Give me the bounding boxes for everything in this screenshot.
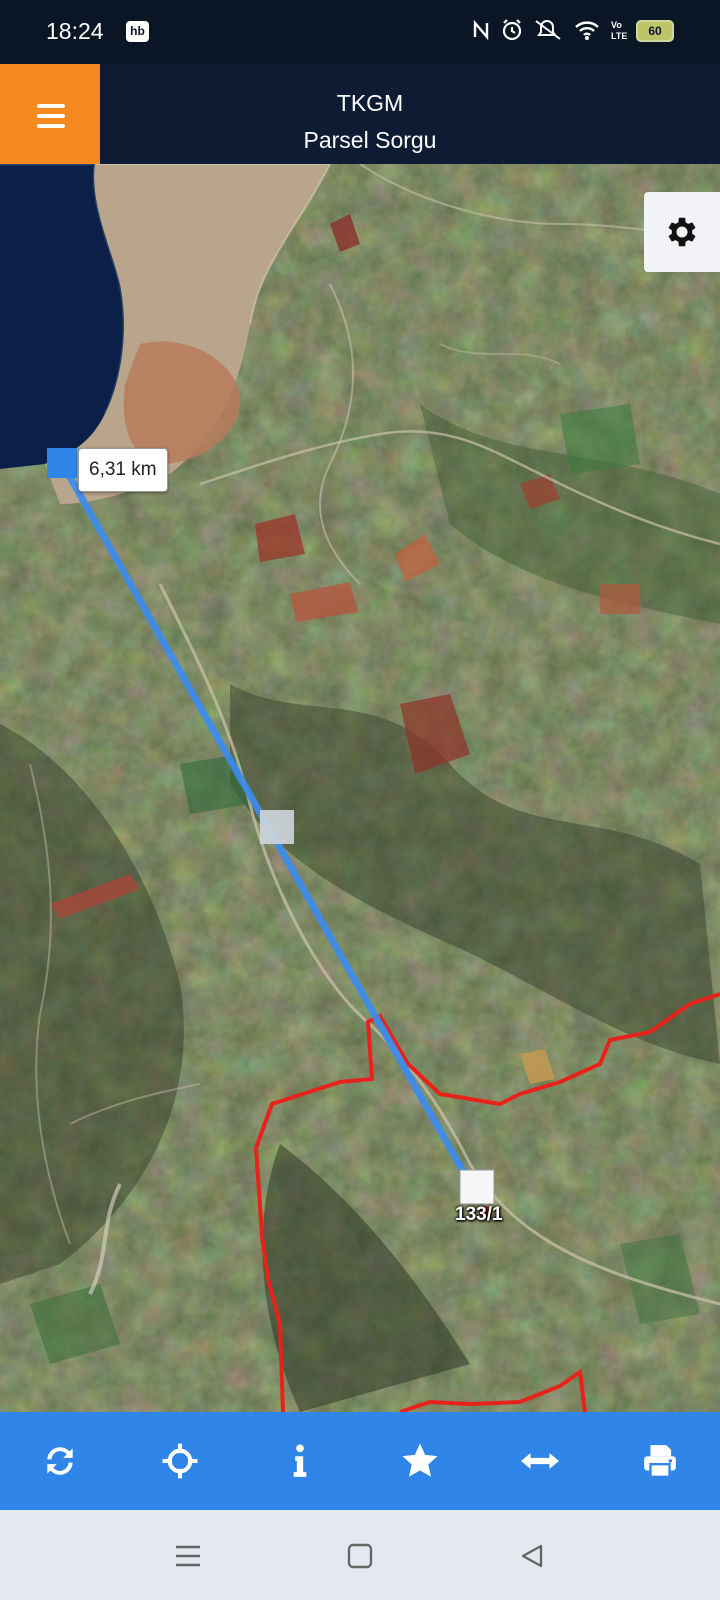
mute-icon xyxy=(535,20,561,40)
star-icon xyxy=(402,1443,438,1477)
bottom-toolbar xyxy=(0,1412,720,1510)
status-bar: 18:24 hb Vo LTE 60 xyxy=(0,0,720,64)
back-triangle-icon xyxy=(521,1544,543,1568)
wifi-icon xyxy=(575,21,599,40)
svg-text:LTE: LTE xyxy=(611,31,627,41)
back-button[interactable] xyxy=(512,1538,552,1574)
settings-button[interactable] xyxy=(644,192,720,272)
print-button[interactable] xyxy=(625,1426,695,1496)
battery-icon: 60 xyxy=(636,20,674,42)
hamburger-icon xyxy=(37,104,65,108)
measure-start-handle[interactable] xyxy=(47,448,77,478)
measure-distance-label: 6,31 km xyxy=(78,448,168,492)
recent-apps-button[interactable] xyxy=(168,1538,208,1574)
measure-icon xyxy=(521,1453,559,1469)
alarm-icon xyxy=(502,19,522,41)
app-subtitle: Parsel Sorgu xyxy=(303,127,437,153)
hamburger-icon-line xyxy=(37,124,65,128)
refresh-button[interactable] xyxy=(25,1426,95,1496)
hb-badge-icon: hb xyxy=(126,21,149,42)
nfc-icon xyxy=(473,19,489,41)
volte-icon: VoLTE xyxy=(611,20,627,41)
gear-icon xyxy=(668,217,696,247)
app-title: TKGM xyxy=(336,90,404,116)
home-button[interactable] xyxy=(340,1538,380,1574)
measure-button[interactable] xyxy=(505,1426,575,1496)
hamburger-icon-line xyxy=(37,114,65,118)
info-button[interactable] xyxy=(265,1426,335,1496)
square-icon xyxy=(347,1543,373,1569)
info-icon xyxy=(293,1444,307,1477)
app-header: TKGM Parsel Sorgu xyxy=(0,64,720,164)
refresh-icon xyxy=(47,1447,73,1475)
parcel-label[interactable]: 133/1 xyxy=(455,1204,503,1226)
locate-button[interactable] xyxy=(145,1426,215,1496)
map-view[interactable]: 6,31 km 133/1 xyxy=(0,164,720,1412)
menu-button[interactable] xyxy=(0,64,100,164)
status-time: 18:24 xyxy=(46,18,104,44)
measure-end-handle[interactable] xyxy=(459,1169,495,1205)
svg-text:Vo: Vo xyxy=(611,20,622,30)
satellite-map xyxy=(0,164,720,1412)
menu-lines-icon xyxy=(176,1545,200,1567)
measure-mid-handle[interactable] xyxy=(260,810,294,844)
favorites-button[interactable] xyxy=(385,1426,455,1496)
system-nav-bar xyxy=(0,1510,720,1600)
locate-icon xyxy=(162,1443,198,1479)
print-icon xyxy=(644,1445,676,1479)
